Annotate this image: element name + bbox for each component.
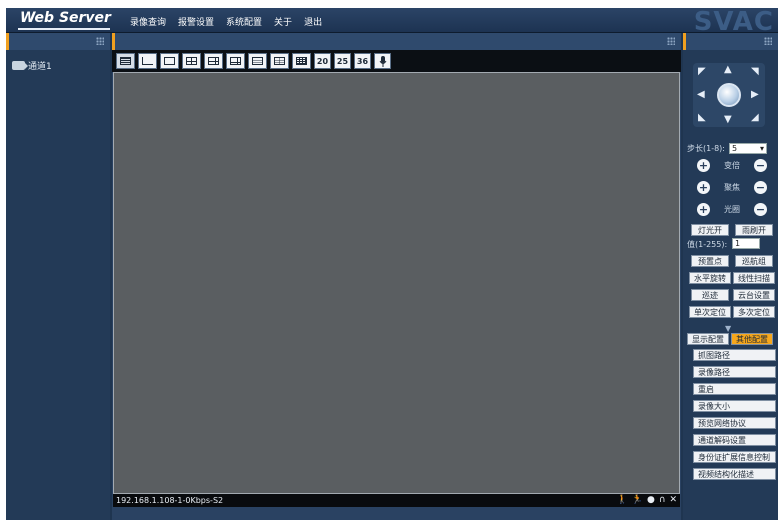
layout-25-button[interactable]: 25 xyxy=(334,53,351,69)
ptz-center-button[interactable] xyxy=(717,83,741,107)
patrol-button[interactable]: 巡迹 xyxy=(691,289,729,301)
arrow-up-right-icon[interactable]: ◥ xyxy=(751,67,759,77)
zoom-row: + 变倍 − xyxy=(697,159,767,172)
walk-icon[interactable]: 🚶 xyxy=(617,496,628,505)
zoom-in-button[interactable]: + xyxy=(697,159,710,172)
preset-button[interactable]: 预置点 xyxy=(691,255,729,267)
channel-label: 通道1 xyxy=(28,62,52,72)
video-area: 20 25 36 192.168.1.108-1-0Kbps-S2 🚶 🏃 ● … xyxy=(112,33,681,520)
multi-position-button[interactable]: 多次定位 xyxy=(733,306,775,318)
run-icon[interactable]: 🏃 xyxy=(632,496,643,505)
menu-system-config[interactable]: 系统配置 xyxy=(226,15,262,28)
layout-36-button[interactable]: 36 xyxy=(354,53,371,69)
zoom-label: 变倍 xyxy=(724,161,740,170)
main-menu: 录像查询 报警设置 系统配置 关于 退出 xyxy=(130,15,322,28)
focus-label: 聚焦 xyxy=(724,183,740,192)
arrow-up-icon[interactable]: ▲ xyxy=(724,65,732,75)
focus-in-button[interactable]: + xyxy=(697,181,710,194)
record-icon[interactable]: ● xyxy=(647,496,655,505)
value-row: 值(1-255): xyxy=(687,239,727,250)
config-item[interactable]: 身份证扩展信息控制 xyxy=(693,451,776,463)
grip-icon[interactable] xyxy=(667,37,675,45)
arrow-right-icon[interactable]: ▶ xyxy=(751,90,759,100)
layout-20-button[interactable]: 20 xyxy=(314,53,331,69)
arrow-down-right-icon[interactable]: ◢ xyxy=(751,113,759,123)
layout-16-button[interactable] xyxy=(292,53,311,69)
layout-13-button[interactable] xyxy=(270,53,289,69)
iris-close-button[interactable]: − xyxy=(754,203,767,216)
iris-open-button[interactable]: + xyxy=(697,203,710,216)
camera-icon xyxy=(12,61,28,70)
microphone-icon xyxy=(379,55,386,67)
config-item[interactable]: 重启 xyxy=(693,383,776,395)
grip-icon[interactable] xyxy=(764,37,772,45)
value-label: 值(1-255): xyxy=(687,240,728,249)
horizontal-rotate-button[interactable]: 水平旋转 xyxy=(689,272,731,284)
ptz-panel: ◤ ▲ ◥ ◀ ▶ ◣ ▼ ◢ 步长(1-8): 5 ▾ + 变倍 − + 聚焦… xyxy=(683,33,778,520)
arrow-down-left-icon[interactable]: ◣ xyxy=(698,113,706,123)
cruise-group-button[interactable]: 巡航组 xyxy=(735,255,773,267)
menu-about[interactable]: 关于 xyxy=(274,15,292,28)
ptz-direction-pad: ◤ ▲ ◥ ◀ ▶ ◣ ▼ ◢ xyxy=(693,63,765,127)
microphone-button[interactable] xyxy=(374,53,391,69)
layout-toolbar: 20 25 36 xyxy=(112,50,681,72)
config-item[interactable]: 抓图路径 xyxy=(693,349,776,361)
step-value: 5 xyxy=(732,144,738,153)
app-logo: Web Server xyxy=(20,10,111,26)
ptz-settings-button[interactable]: 云台设置 xyxy=(733,289,775,301)
menu-logout[interactable]: 退出 xyxy=(304,15,322,28)
wiper-on-button[interactable]: 雨刷开 xyxy=(735,224,773,236)
step-select[interactable]: 5 ▾ xyxy=(729,143,768,154)
config-item[interactable]: 通道解码设置 xyxy=(693,434,776,446)
tab-other-config[interactable]: 其他配置 xyxy=(731,333,773,345)
light-on-button[interactable]: 灯光开 xyxy=(691,224,729,236)
menu-record-query[interactable]: 录像查询 xyxy=(130,15,166,28)
iris-row: + 光圈 − xyxy=(697,203,767,216)
video-area-header xyxy=(112,33,681,50)
brand-watermark: SVAC xyxy=(693,8,774,33)
layout-single-button[interactable] xyxy=(160,53,179,69)
arrow-down-icon[interactable]: ▼ xyxy=(724,115,732,125)
close-icon[interactable]: ✕ xyxy=(669,496,677,505)
step-row: 步长(1-8): 5 ▾ xyxy=(687,143,768,154)
talk-icon[interactable]: ∩ xyxy=(659,496,666,505)
line-scan-button[interactable]: 线性扫描 xyxy=(733,272,775,284)
collapse-arrow-icon[interactable]: ▼ xyxy=(725,324,731,333)
tab-display-config[interactable]: 显示配置 xyxy=(687,333,729,345)
config-list: 抓图路径 录像路径 重启 录像大小 预览网络协议 通道解码设置 身份证扩展信息控… xyxy=(693,349,776,485)
config-item[interactable]: 录像大小 xyxy=(693,400,776,412)
layout-8-button[interactable] xyxy=(226,53,245,69)
video-status-bar: 192.168.1.108-1-0Kbps-S2 🚶 🏃 ● ∩ ✕ xyxy=(113,494,680,507)
layout-6-button[interactable] xyxy=(204,53,223,69)
focus-out-button[interactable]: − xyxy=(754,181,767,194)
arrow-up-left-icon[interactable]: ◤ xyxy=(698,67,706,77)
config-item[interactable]: 预览网络协议 xyxy=(693,417,776,429)
top-bar: Web Server 录像查询 报警设置 系统配置 关于 退出 SVAC xyxy=(6,8,778,33)
menu-alarm-settings[interactable]: 报警设置 xyxy=(178,15,214,28)
zoom-out-button[interactable]: − xyxy=(754,159,767,172)
layout-9-button[interactable] xyxy=(248,53,267,69)
step-label: 步长(1-8): xyxy=(687,144,726,153)
layout-1-button[interactable] xyxy=(116,53,135,69)
value-input[interactable]: 1 xyxy=(732,238,760,249)
channel-panel-header xyxy=(6,33,110,50)
layout-corner-button[interactable] xyxy=(138,53,157,69)
logo-underline xyxy=(18,28,110,30)
channel-panel: 通道1 xyxy=(6,33,110,520)
stream-info: 192.168.1.108-1-0Kbps-S2 xyxy=(116,496,224,505)
ptz-panel-header xyxy=(683,33,778,50)
single-position-button[interactable]: 单次定位 xyxy=(689,306,731,318)
channel-item[interactable]: 通道1 xyxy=(12,59,52,72)
grip-icon[interactable] xyxy=(96,37,104,45)
layout-4-button[interactable] xyxy=(182,53,201,69)
config-tabs: 显示配置 其他配置 xyxy=(687,333,773,345)
app-window: Web Server 录像查询 报警设置 系统配置 关于 退出 SVAC 通道1 xyxy=(6,8,778,520)
video-viewport[interactable] xyxy=(113,72,680,494)
config-item[interactable]: 视频结构化描述 xyxy=(693,468,776,480)
arrow-left-icon[interactable]: ◀ xyxy=(697,90,705,100)
focus-row: + 聚焦 − xyxy=(697,181,767,194)
iris-label: 光圈 xyxy=(724,205,740,214)
config-item[interactable]: 录像路径 xyxy=(693,366,776,378)
chevron-down-icon: ▾ xyxy=(760,144,765,153)
